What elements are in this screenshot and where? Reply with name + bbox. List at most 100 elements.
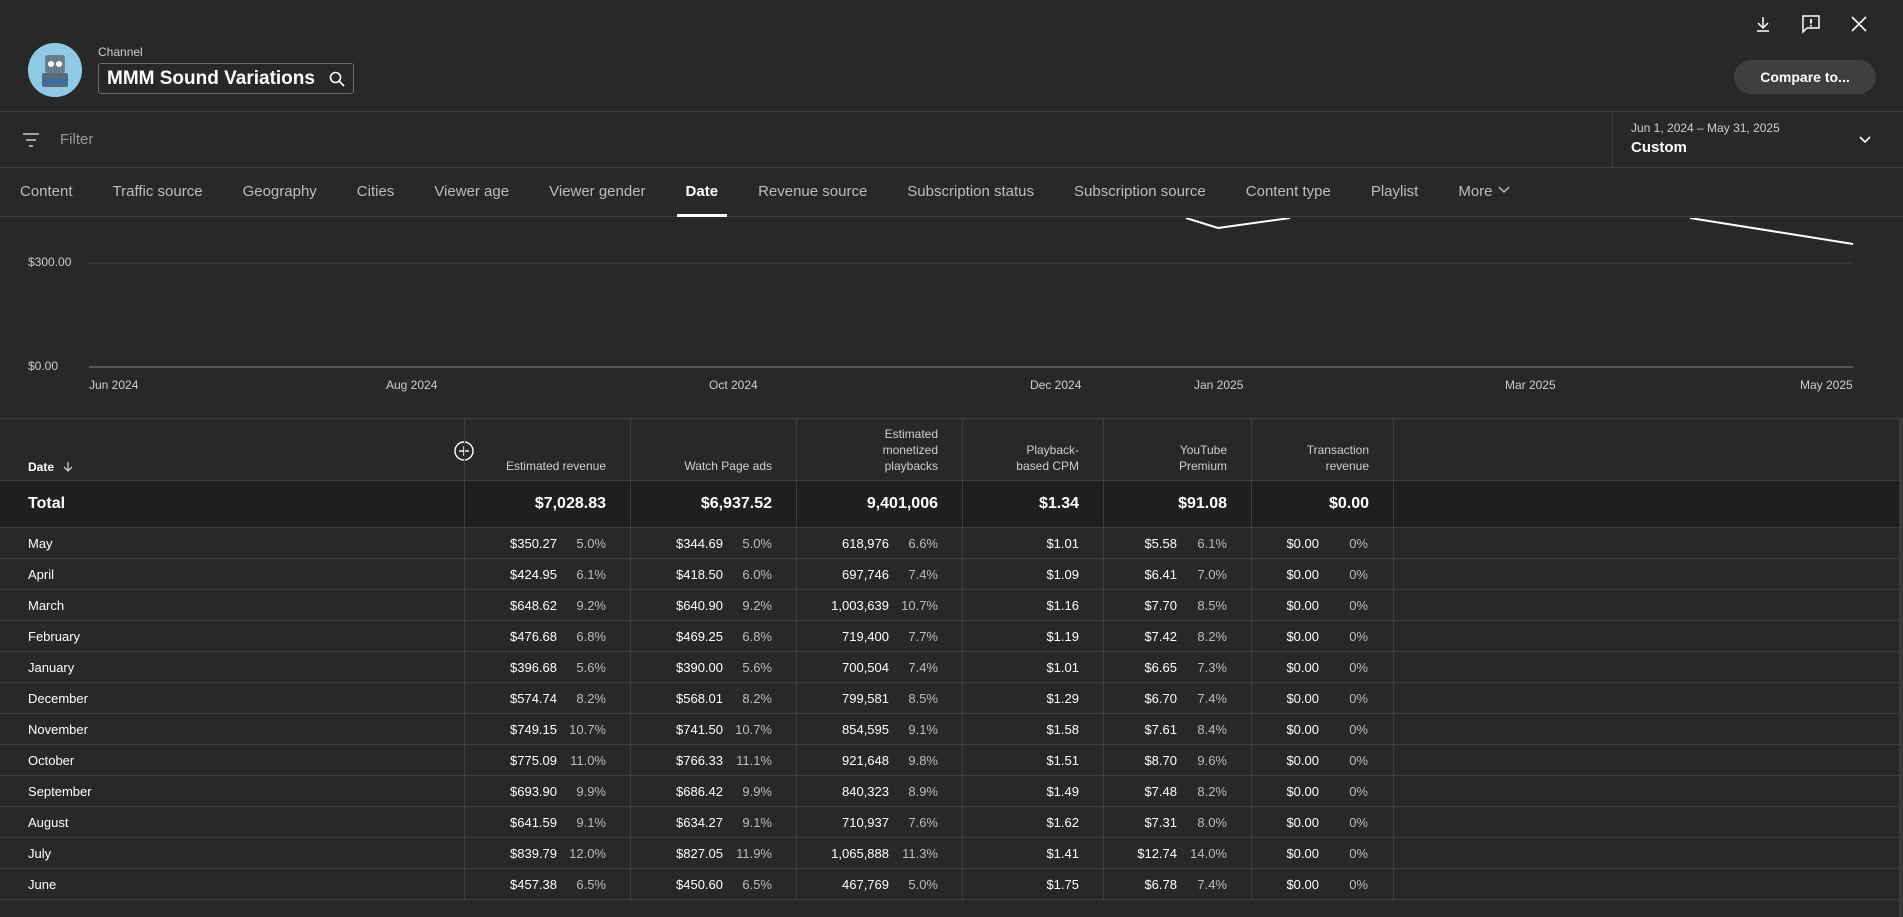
- total-value: $6,937.52: [700, 495, 772, 512]
- cell-value: $693.90: [510, 784, 557, 799]
- cell-percentage: 9.6%: [1197, 753, 1227, 768]
- cell-percentage: 8.5%: [1197, 598, 1227, 613]
- column-divider: [1103, 419, 1104, 901]
- table-row[interactable]: February $476.68 6.8% $469.25 6.8% 719,400 7.7…: [0, 621, 1903, 652]
- cell-value: $0.00: [1286, 691, 1319, 706]
- table-row[interactable]: July $839.79 12.0% $827.05 11.9% 1,065,888 11.…: [0, 838, 1903, 869]
- x-tick-label: Jan 2025: [1194, 378, 1244, 392]
- cell-percentage: 0%: [1349, 722, 1368, 737]
- cell-value: 719,400: [842, 629, 889, 644]
- date-header-label: Date: [28, 460, 55, 474]
- x-tick-label: Aug 2024: [386, 378, 438, 392]
- table-row[interactable]: January $396.68 5.6% $390.00 5.6% 700,504 7.4%…: [0, 652, 1903, 683]
- cell-percentage: 6.8%: [576, 629, 606, 644]
- cell-percentage: 5.6%: [742, 660, 772, 675]
- table-row[interactable]: October $775.09 11.0% $766.33 11.1% 921,648 9.…: [0, 745, 1903, 776]
- cell-percentage: 10.7%: [901, 598, 938, 613]
- cell-percentage: 0%: [1349, 846, 1368, 861]
- table-row[interactable]: August $641.59 9.1% $634.27 9.1% 710,937 7.6% $…: [0, 807, 1903, 838]
- table-row[interactable]: December $574.74 8.2% $568.01 8.2% 799,581 8.5…: [0, 683, 1903, 714]
- column-divider: [1393, 419, 1394, 901]
- row-month: January: [28, 660, 75, 675]
- download-icon[interactable]: [1749, 10, 1777, 38]
- row-month: September: [28, 784, 92, 799]
- channel-selector[interactable]: MMM Sound Variations: [98, 63, 354, 94]
- cell-percentage: 0%: [1349, 691, 1368, 706]
- compare-button[interactable]: Compare to...: [1734, 60, 1876, 94]
- tab-subscription-status[interactable]: Subscription status: [907, 168, 1034, 217]
- cell-percentage: 8.2%: [1197, 784, 1227, 799]
- cell-value: $7.31: [1144, 815, 1177, 830]
- data-table: Date Estimated revenue Watch Page ads Es…: [0, 419, 1903, 901]
- date-column-header[interactable]: Date: [28, 460, 74, 474]
- tab-cities[interactable]: Cities: [357, 168, 395, 217]
- tab-revenue-source[interactable]: Revenue source: [758, 168, 867, 217]
- cell-value: $1.29: [1046, 691, 1079, 706]
- cell-percentage: 9.1%: [742, 815, 772, 830]
- date-range-selector[interactable]: Jun 1, 2024 – May 31, 2025 Custom: [1612, 112, 1903, 168]
- search-icon[interactable]: [329, 71, 345, 87]
- table-row[interactable]: May $350.27 5.0% $344.69 5.0% 618,976 6.6% $1.0…: [0, 528, 1903, 559]
- cell-value: $6.65: [1144, 660, 1177, 675]
- tab-content-type[interactable]: Content type: [1246, 168, 1331, 217]
- cell-percentage: 0%: [1349, 660, 1368, 675]
- cell-value: $0.00: [1286, 536, 1319, 551]
- top-icons: [1749, 10, 1873, 38]
- tab-geography[interactable]: Geography: [243, 168, 317, 217]
- row-month: October: [28, 753, 75, 768]
- feedback-icon[interactable]: [1797, 10, 1825, 38]
- row-month: June: [28, 877, 57, 892]
- filter-icon[interactable]: [21, 131, 41, 154]
- table-row[interactable]: November $749.15 10.7% $741.50 10.7% 854,595 9…: [0, 714, 1903, 745]
- tab-subscription-source[interactable]: Subscription source: [1074, 168, 1206, 217]
- table-row[interactable]: September $693.90 9.9% $686.42 9.9% 840,323 8.…: [0, 776, 1903, 807]
- total-cell: $0.00: [1251, 481, 1393, 527]
- report-tabs: Content Traffic source Geography Cities …: [0, 168, 1903, 217]
- tab-viewer-age[interactable]: Viewer age: [434, 168, 509, 217]
- tab-more-label: More: [1458, 183, 1493, 200]
- column-header-estimated-revenue[interactable]: Estimated revenue: [464, 419, 630, 480]
- cell-value: $424.95: [510, 567, 557, 582]
- column-header-youtube-premium[interactable]: YouTube Premium: [1103, 419, 1251, 480]
- date-range-dates: Jun 1, 2024 – May 31, 2025: [1631, 121, 1780, 135]
- tab-more[interactable]: More: [1458, 168, 1510, 217]
- tab-viewer-gender[interactable]: Viewer gender: [549, 168, 645, 217]
- cell-value: $1.58: [1046, 722, 1079, 737]
- cell-percentage: 7.4%: [908, 660, 938, 675]
- cell-value: 618,976: [842, 536, 889, 551]
- cell-value: $7.61: [1144, 722, 1177, 737]
- column-header-label: YouTube Premium: [1178, 443, 1227, 473]
- cell-value: $574.74: [510, 691, 557, 706]
- cell-value: $1.19: [1046, 629, 1079, 644]
- column-header-watch-page-ads[interactable]: Watch Page ads: [630, 419, 796, 480]
- cell-value: $1.41: [1046, 846, 1079, 861]
- tab-playlist[interactable]: Playlist: [1371, 168, 1419, 217]
- column-header-transaction-revenue[interactable]: Transaction revenue: [1251, 419, 1393, 480]
- channel-avatar[interactable]: MMM: [28, 43, 82, 97]
- cell-value: $0.00: [1286, 629, 1319, 644]
- row-month: May: [28, 536, 53, 551]
- table-scrollbar[interactable]: [1899, 419, 1903, 917]
- cell-percentage: 10.7%: [569, 722, 606, 737]
- row-month: August: [28, 815, 69, 830]
- cell-percentage: 8.0%: [1197, 815, 1227, 830]
- cell-value: $8.70: [1144, 753, 1177, 768]
- table-row[interactable]: June $457.38 6.5% $450.60 6.5% 467,769 5.0% $1.…: [0, 869, 1903, 900]
- cell-value: $1.16: [1046, 598, 1079, 613]
- total-cell: $1.34: [962, 481, 1103, 527]
- cell-percentage: 0%: [1349, 536, 1368, 551]
- tab-date[interactable]: Date: [676, 168, 727, 217]
- table-row[interactable]: April $424.95 6.1% $418.50 6.0% 697,746 7.4% $1…: [0, 559, 1903, 590]
- cell-value: $0.00: [1286, 660, 1319, 675]
- tab-traffic-source[interactable]: Traffic source: [113, 168, 203, 217]
- cell-percentage: 6.0%: [742, 567, 772, 582]
- table-row[interactable]: March $648.62 9.2% $640.90 9.2% 1,003,639 10.7…: [0, 590, 1903, 621]
- filter-input[interactable]: Filter: [60, 131, 93, 148]
- total-value: $91.08: [1178, 495, 1227, 512]
- close-icon[interactable]: [1845, 10, 1873, 38]
- column-header-monetized-playbacks[interactable]: Estimated monetized playbacks: [796, 419, 962, 480]
- tab-content[interactable]: Content: [20, 168, 73, 217]
- filter-bar: Filter Jun 1, 2024 – May 31, 2025 Custom: [0, 112, 1903, 168]
- row-month: February: [28, 629, 81, 644]
- column-header-playback-cpm[interactable]: Playback-based CPM: [962, 419, 1103, 480]
